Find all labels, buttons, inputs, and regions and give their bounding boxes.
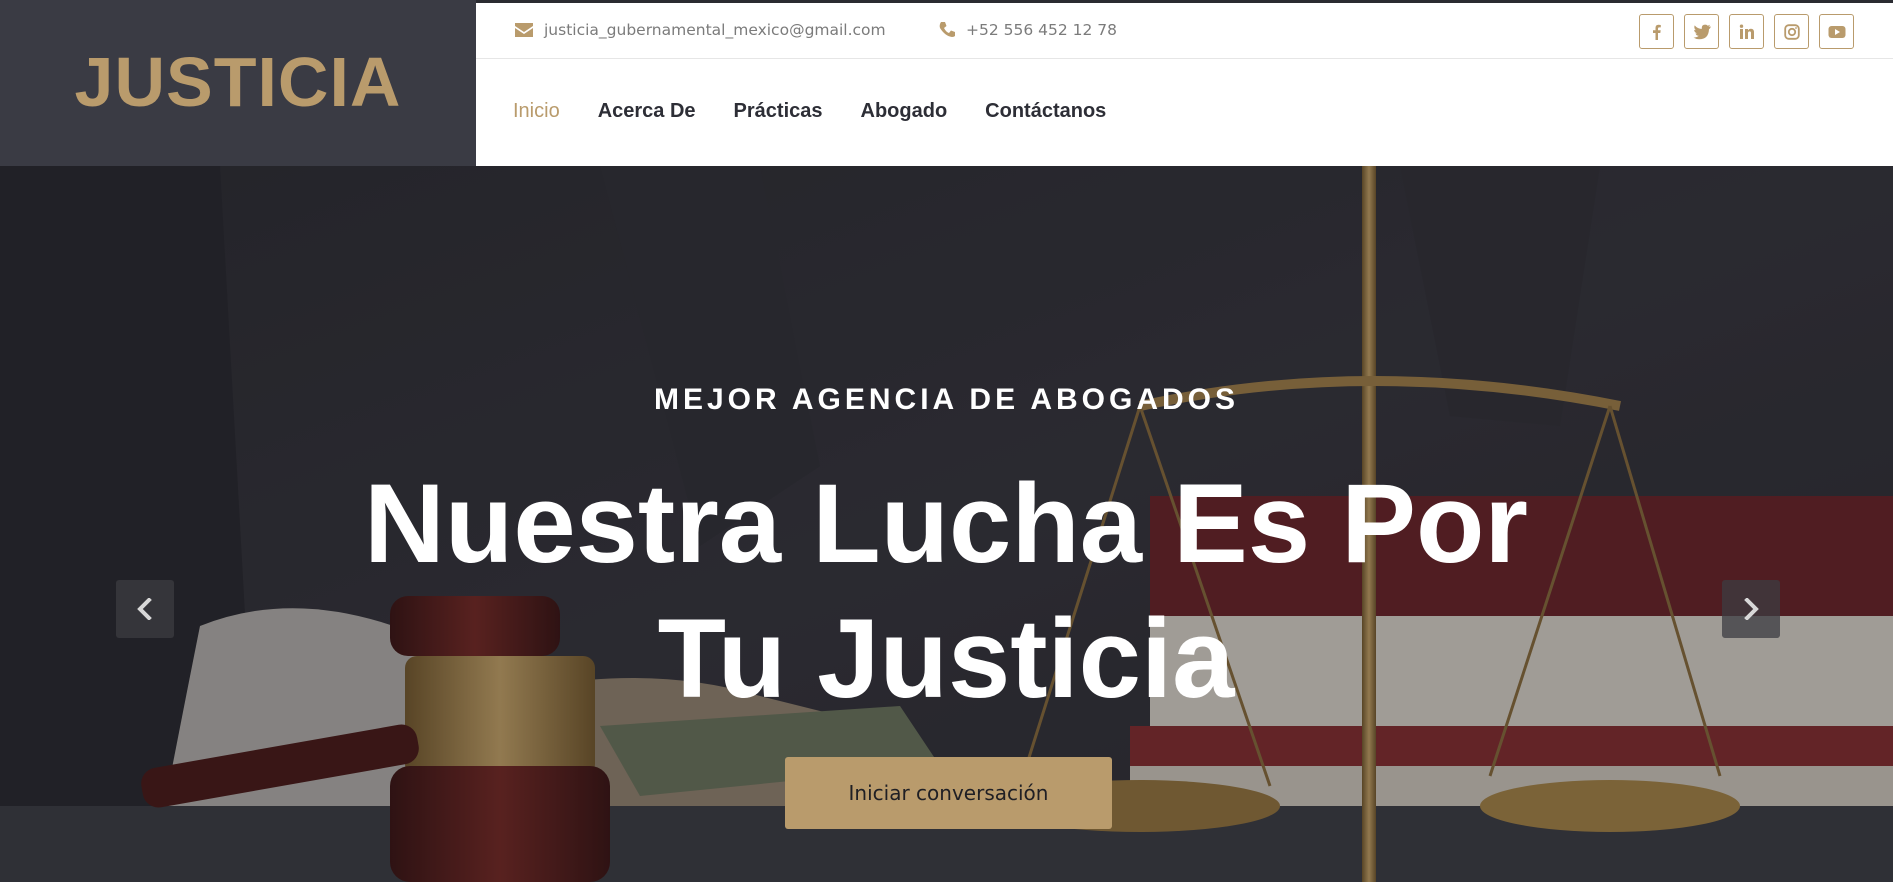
chevron-right-icon bbox=[1744, 598, 1759, 620]
nav-item-abogado[interactable]: Abogado bbox=[861, 100, 948, 123]
social-links bbox=[1639, 14, 1854, 49]
contact-bar: justicia_gubernamental_mexico@gmail.com … bbox=[476, 3, 1893, 59]
carousel-next-button[interactable] bbox=[1722, 580, 1780, 638]
site-logo[interactable]: JUSTICIA bbox=[75, 47, 402, 117]
linkedin-button[interactable] bbox=[1729, 14, 1764, 49]
start-conversation-button[interactable]: Iniciar conversación bbox=[785, 757, 1112, 829]
instagram-icon bbox=[1783, 23, 1800, 40]
facebook-icon bbox=[1652, 24, 1661, 40]
twitter-button[interactable] bbox=[1684, 14, 1719, 49]
youtube-button[interactable] bbox=[1819, 14, 1854, 49]
contact-email[interactable]: justicia_gubernamental_mexico@gmail.com bbox=[514, 21, 886, 39]
hero-content: MEJOR AGENCIA DE ABOGADOS Nuestra Lucha … bbox=[0, 166, 1893, 882]
contact-email-text: justicia_gubernamental_mexico@gmail.com bbox=[544, 21, 886, 39]
nav-item-acerca-de[interactable]: Acerca De bbox=[598, 100, 696, 123]
carousel-prev-button[interactable] bbox=[116, 580, 174, 638]
nav-item-contactanos[interactable]: Contáctanos bbox=[985, 100, 1106, 123]
hero-title-line-2: Tu Justicia bbox=[657, 596, 1235, 721]
twitter-icon bbox=[1693, 24, 1710, 39]
nav-item-practicas[interactable]: Prácticas bbox=[734, 100, 823, 123]
contact-phone[interactable]: +52 556 452 12 78 bbox=[938, 21, 1117, 39]
phone-icon bbox=[939, 22, 955, 37]
hero-subtitle: MEJOR AGENCIA DE ABOGADOS bbox=[653, 383, 1240, 416]
instagram-button[interactable] bbox=[1774, 14, 1809, 49]
hero-title: Nuestra Lucha Es Por Tu Justicia bbox=[346, 456, 1546, 726]
chevron-left-icon bbox=[137, 598, 152, 620]
logo-block[interactable]: JUSTICIA bbox=[0, 0, 476, 166]
header: justicia_gubernamental_mexico@gmail.com … bbox=[476, 3, 1893, 166]
linkedin-icon bbox=[1739, 24, 1754, 39]
main-nav: Inicio Acerca De Prácticas Abogado Contá… bbox=[476, 60, 1893, 166]
nav-item-inicio[interactable]: Inicio bbox=[513, 100, 560, 123]
contact-phone-text: +52 556 452 12 78 bbox=[966, 21, 1118, 39]
youtube-icon bbox=[1828, 25, 1845, 38]
facebook-button[interactable] bbox=[1639, 14, 1674, 49]
envelope-icon bbox=[515, 23, 533, 37]
hero-carousel: MEJOR AGENCIA DE ABOGADOS Nuestra Lucha … bbox=[0, 166, 1893, 882]
hero-title-line-1: Nuestra Lucha Es Por bbox=[364, 461, 1528, 586]
